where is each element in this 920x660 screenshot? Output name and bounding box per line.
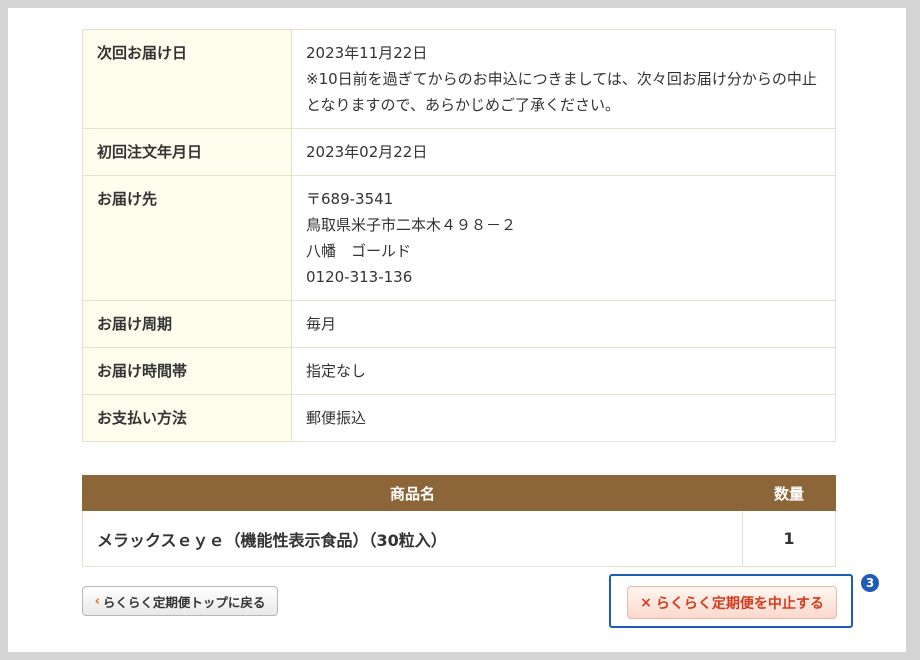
next-delivery-date: 2023年11月22日 bbox=[306, 44, 428, 62]
annotation-badge: 3 bbox=[861, 574, 879, 592]
details-label: お届け周期 bbox=[82, 300, 292, 348]
details-label: 初回注文年月日 bbox=[82, 128, 292, 176]
phone-number: 0120-313-136 bbox=[306, 268, 413, 286]
payment-method: 郵便振込 bbox=[306, 409, 367, 427]
subscription-details-table: 次回お届け日 2023年11月22日 ※10日前を過ぎてからのお申込につきまして… bbox=[82, 29, 836, 442]
recipient-name: 八幡 ゴールド bbox=[306, 242, 412, 260]
details-label: 次回お届け日 bbox=[82, 29, 292, 129]
next-delivery-note-line1: ※10日前を過ぎてからのお申込につきましては、次々回お届け分からの中止 bbox=[306, 70, 817, 88]
details-row-time: お届け時間帯 指定なし bbox=[82, 347, 836, 395]
quantity-header: 数量 bbox=[742, 475, 836, 511]
first-order-date: 2023年02月22日 bbox=[306, 143, 428, 161]
details-row-cycle: お届け周期 毎月 bbox=[82, 300, 836, 348]
product-table: 商品名 数量 メラックスｅｙｅ（機能性表示食品）（30粒入） 1 bbox=[82, 475, 836, 567]
back-button-label: らくらく定期便トップに戻る bbox=[102, 594, 266, 610]
table-row: メラックスｅｙｅ（機能性表示食品）（30粒入） 1 bbox=[82, 510, 836, 567]
x-icon: × bbox=[640, 594, 652, 611]
details-label: お届け時間帯 bbox=[82, 347, 292, 395]
postal-code: 〒689-3541 bbox=[306, 190, 394, 208]
page: 次回お届け日 2023年11月22日 ※10日前を過ぎてからのお申込につきまして… bbox=[8, 8, 906, 652]
details-label: お支払い方法 bbox=[82, 394, 292, 442]
product-table-header: 商品名 数量 bbox=[82, 475, 836, 511]
details-row-next-delivery: 次回お届け日 2023年11月22日 ※10日前を過ぎてからのお申込につきまして… bbox=[82, 29, 836, 129]
details-value: 〒689-3541 鳥取県米子市二本木４９８－２ 八幡 ゴールド 0120-31… bbox=[291, 175, 836, 301]
details-value: 毎月 bbox=[291, 300, 836, 348]
delivery-time: 指定なし bbox=[306, 362, 367, 380]
back-to-top-button[interactable]: ‹ らくらく定期便トップに戻る bbox=[82, 586, 278, 616]
product-name: メラックスｅｙｅ（機能性表示食品）（30粒入） bbox=[82, 510, 743, 567]
cancel-subscription-button[interactable]: × らくらく定期便を中止する bbox=[627, 586, 837, 619]
details-row-address: お届け先 〒689-3541 鳥取県米子市二本木４９８－２ 八幡 ゴールド 01… bbox=[82, 175, 836, 301]
address: 鳥取県米子市二本木４９８－２ bbox=[306, 216, 517, 234]
details-value: 2023年11月22日 ※10日前を過ぎてからのお申込につきましては、次々回お届… bbox=[291, 29, 836, 129]
details-label: お届け先 bbox=[82, 175, 292, 301]
product-quantity: 1 bbox=[742, 510, 836, 567]
details-value: 2023年02月22日 bbox=[291, 128, 836, 176]
details-value: 指定なし bbox=[291, 347, 836, 395]
delivery-cycle: 毎月 bbox=[306, 315, 337, 333]
product-name-header: 商品名 bbox=[82, 475, 743, 511]
next-delivery-note-line2: となりますので、あらかじめご了承ください。 bbox=[306, 96, 620, 114]
details-value: 郵便振込 bbox=[291, 394, 836, 442]
details-row-payment: お支払い方法 郵便振込 bbox=[82, 394, 836, 442]
cancel-button-label: らくらく定期便を中止する bbox=[655, 595, 824, 612]
chevron-left-icon: ‹ bbox=[94, 593, 100, 609]
details-row-first-order: 初回注文年月日 2023年02月22日 bbox=[82, 128, 836, 176]
